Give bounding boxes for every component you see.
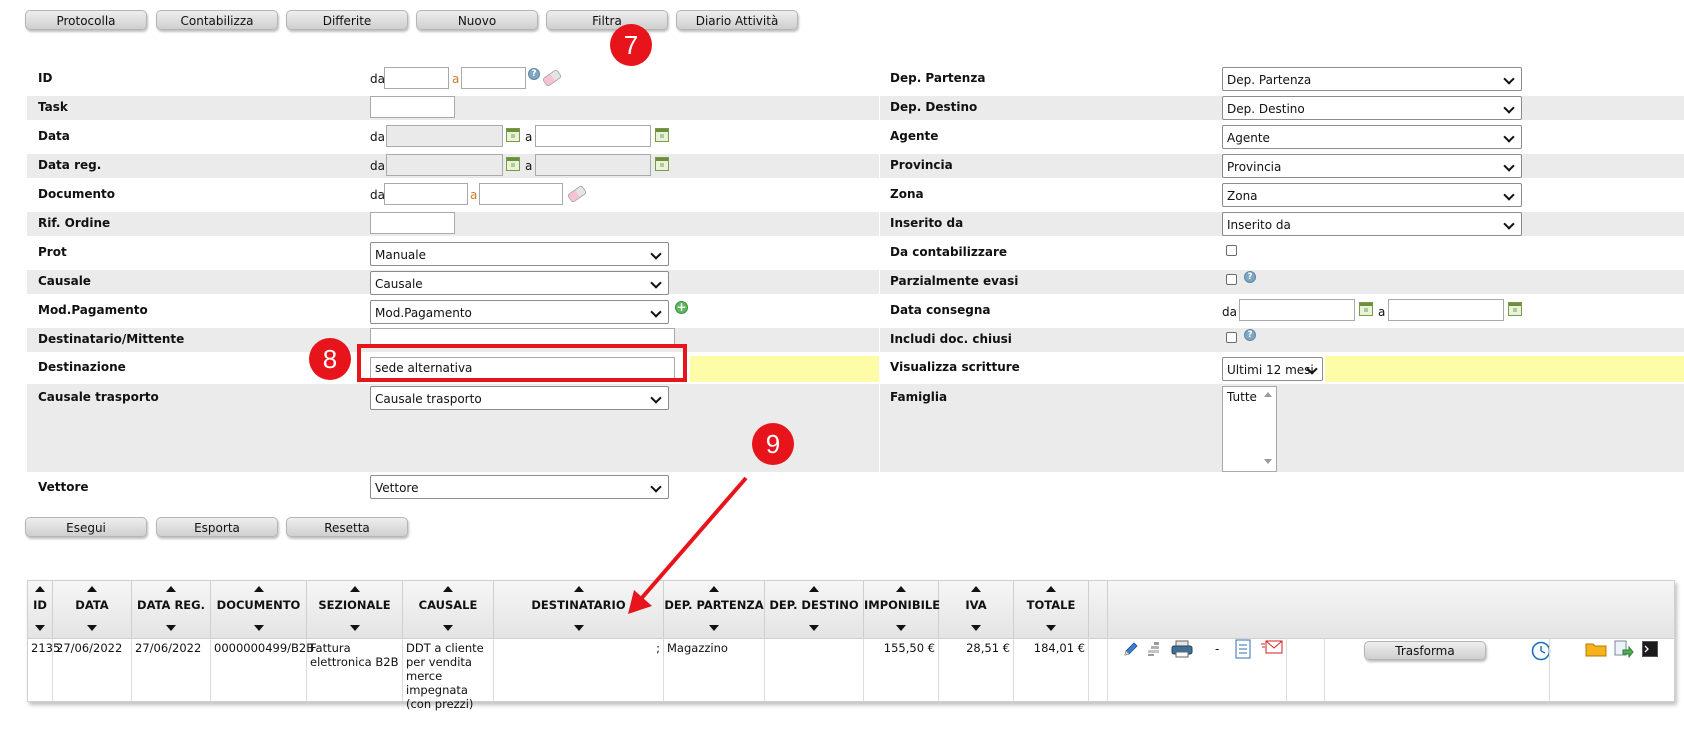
annotation-arrow-icon [628,476,748,614]
